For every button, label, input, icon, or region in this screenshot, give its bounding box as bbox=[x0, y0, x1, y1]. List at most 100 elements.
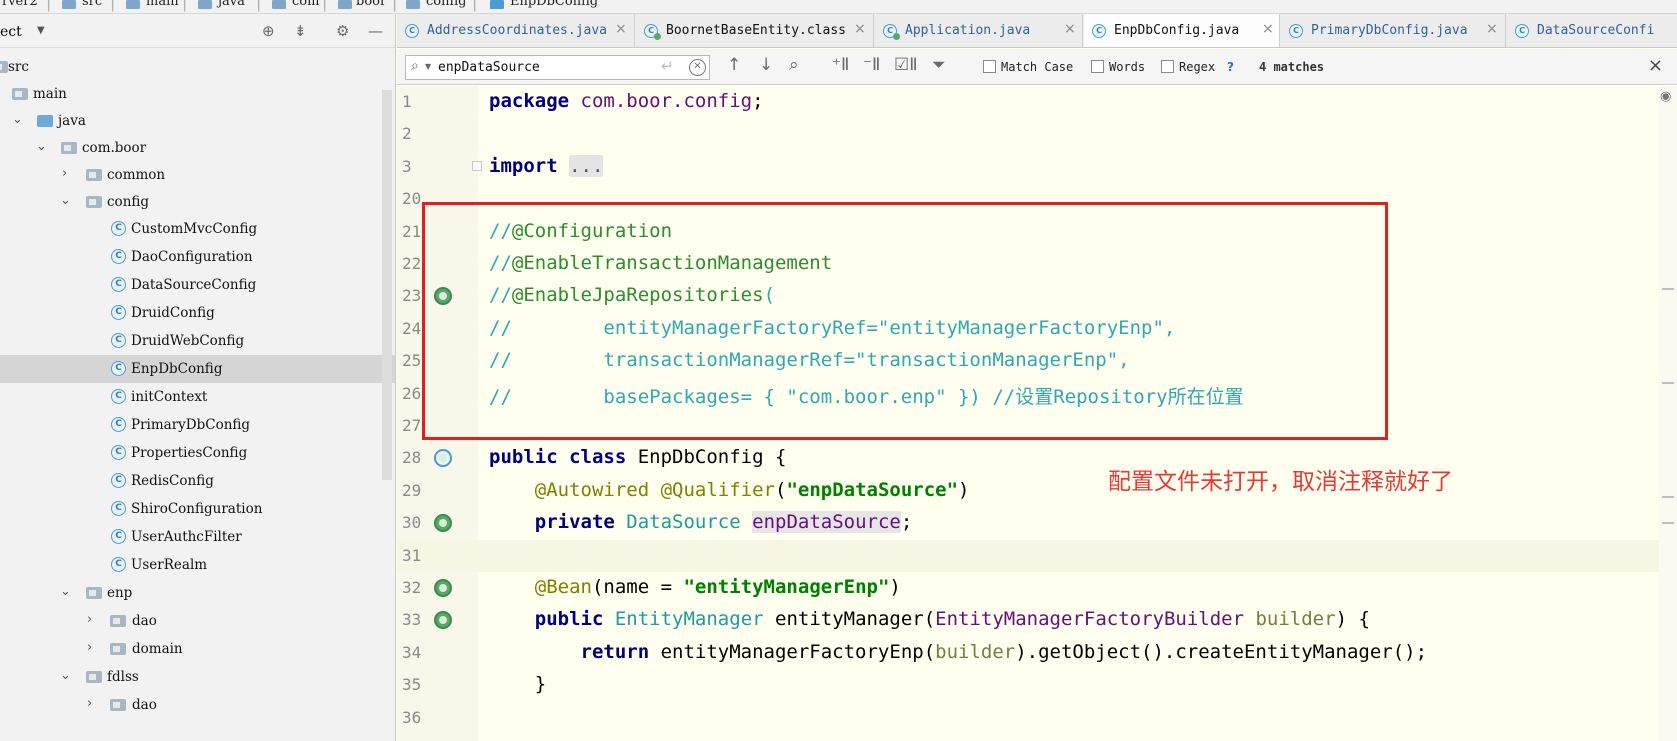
regex-checkbox[interactable]: Regex bbox=[1161, 59, 1215, 77]
tree-item-config[interactable]: ⌄ config bbox=[0, 188, 395, 216]
tree-item-class[interactable]: C PropertiesConfig bbox=[0, 439, 395, 467]
add-occurrence-icon[interactable]: ⁺Ⅱ bbox=[832, 55, 849, 75]
next-occurrence-icon[interactable]: ↓ bbox=[759, 55, 773, 75]
gear-icon[interactable]: ⚙ bbox=[336, 22, 349, 40]
code-line[interactable]: 1 package com.boor.config; bbox=[397, 86, 1667, 118]
code-line[interactable]: 35 } bbox=[397, 669, 1667, 701]
tree-item-src[interactable]: src bbox=[0, 53, 395, 81]
bean-method-icon[interactable] bbox=[434, 579, 452, 597]
code-line[interactable]: 3 import ... bbox=[397, 151, 1667, 183]
chevron-down-icon[interactable]: ⌄ bbox=[36, 139, 47, 154]
close-icon[interactable]: × bbox=[615, 21, 627, 37]
words-checkbox[interactable]: Words bbox=[1091, 59, 1145, 77]
scroll-marker[interactable] bbox=[1662, 522, 1674, 524]
tree-item-class-selected[interactable]: C EnpDbConfig bbox=[0, 355, 395, 383]
bean-search-icon[interactable] bbox=[434, 287, 452, 306]
tree-item-common[interactable]: › common bbox=[0, 161, 395, 189]
code-line[interactable]: 36 bbox=[397, 702, 1667, 734]
code-line[interactable]: 2 bbox=[397, 118, 1667, 150]
project-view-selector[interactable]: ect bbox=[0, 24, 22, 40]
code-editor[interactable]: 1 package com.boor.config; 2 3 import ..… bbox=[397, 86, 1677, 741]
breadcrumb-item[interactable]: rver2 bbox=[2, 0, 38, 9]
tab-application[interactable]: C Application.java × bbox=[875, 14, 1083, 47]
tab-enpdbconfig[interactable]: C EnpDbConfig.java × bbox=[1084, 14, 1280, 47]
chevron-right-icon[interactable]: › bbox=[62, 166, 67, 181]
scroll-marker[interactable] bbox=[1662, 288, 1674, 290]
checkbox-box[interactable] bbox=[1091, 60, 1104, 73]
code-line[interactable]: 34 return entityManagerFactoryEnp(builde… bbox=[397, 637, 1667, 669]
scroll-marker[interactable] bbox=[1662, 382, 1674, 384]
close-icon[interactable]: × bbox=[1064, 21, 1076, 37]
tree-item-class[interactable]: C ShiroConfiguration bbox=[0, 495, 395, 523]
tree-item-class[interactable]: C PrimaryDbConfig bbox=[0, 411, 395, 439]
tree-item-class[interactable]: C RedisConfig bbox=[0, 467, 395, 495]
code-line[interactable]: 20 bbox=[397, 183, 1667, 215]
fold-toggle-icon[interactable] bbox=[472, 160, 482, 171]
select-all-occurrences-icon[interactable]: ☑Ⅱ bbox=[894, 55, 918, 75]
chevron-down-icon[interactable]: ▼ bbox=[425, 62, 431, 71]
find-all-icon[interactable]: ⌕ bbox=[789, 55, 799, 75]
code-line[interactable]: 22 //@EnableTransactionManagement bbox=[397, 248, 1667, 280]
tree-item-class[interactable]: C DaoConfiguration bbox=[0, 243, 395, 271]
tree-item-dao[interactable]: › dao bbox=[0, 607, 395, 635]
chevron-down-icon[interactable]: ⌄ bbox=[60, 584, 71, 599]
tab-primarydbconfig[interactable]: C PrimaryDbConfig.java × bbox=[1281, 14, 1506, 47]
tree-item-java[interactable]: ⌄ java bbox=[0, 107, 395, 135]
tree-item-fdlss[interactable]: ⌄ fdlss bbox=[0, 663, 395, 691]
tab-boornetbaseentity[interactable]: C BoornetBaseEntity.class × bbox=[636, 14, 874, 47]
code-line[interactable]: 32 @Bean(name = "entityManagerEnp") bbox=[397, 572, 1667, 604]
tab-datasourceconfig[interactable]: C DataSourceConfi bbox=[1507, 14, 1677, 47]
previous-occurrence-icon[interactable]: ↑ bbox=[727, 55, 741, 75]
breadcrumb-item[interactable]: src bbox=[82, 0, 102, 9]
code-line[interactable]: 28 public class EnpDbConfig { bbox=[397, 442, 1667, 474]
locate-icon[interactable]: ⊕ bbox=[262, 22, 275, 40]
code-line[interactable]: 29 @Autowired @Qualifier("enpDataSource"… bbox=[397, 475, 1667, 507]
chevron-right-icon[interactable]: › bbox=[87, 640, 92, 655]
breadcrumb-item[interactable]: EnpDbConfig bbox=[510, 0, 598, 9]
project-panel-scrollbar[interactable] bbox=[382, 90, 392, 480]
chevron-down-icon[interactable]: ▼ bbox=[37, 25, 45, 36]
close-icon[interactable]: × bbox=[1648, 55, 1663, 76]
breadcrumb-item[interactable]: main bbox=[146, 0, 179, 9]
tree-item-class[interactable]: C DataSourceConfig bbox=[0, 271, 395, 299]
close-icon[interactable]: × bbox=[1262, 21, 1274, 37]
chevron-down-icon[interactable]: ⌄ bbox=[60, 193, 71, 208]
editor-scrollbar[interactable]: ◉ bbox=[1659, 86, 1677, 741]
code-line[interactable]: 30 private DataSource enpDataSource; bbox=[397, 507, 1667, 539]
regex-help-link[interactable]: ? bbox=[1227, 60, 1234, 74]
chevron-right-icon[interactable]: › bbox=[87, 612, 92, 627]
tree-item-class[interactable]: C initContext bbox=[0, 383, 395, 411]
breadcrumb-item[interactable]: com bbox=[292, 0, 319, 9]
breadcrumb-item[interactable]: config bbox=[426, 0, 466, 9]
code-line[interactable]: 33 public EntityManager entityManager(En… bbox=[397, 604, 1667, 636]
tree-item-main[interactable]: main bbox=[0, 80, 395, 108]
filter-icon[interactable]: ⏷ bbox=[932, 55, 946, 75]
code-line[interactable]: 27 bbox=[397, 410, 1667, 442]
close-icon[interactable]: × bbox=[854, 21, 866, 37]
tree-item-com-boor[interactable]: ⌄ com.boor bbox=[0, 134, 395, 162]
code-line[interactable]: 26 // basePackages= { "com.boor.enp" }) … bbox=[397, 378, 1667, 410]
tree-item-domain[interactable]: › domain bbox=[0, 635, 395, 663]
eye-icon[interactable]: ◉ bbox=[1660, 89, 1671, 104]
tree-item-dao[interactable]: › dao bbox=[0, 691, 395, 719]
chevron-down-icon[interactable]: ⌄ bbox=[12, 112, 23, 127]
code-line[interactable]: 25 // transactionManagerRef="transaction… bbox=[397, 345, 1667, 377]
tree-item-class[interactable]: C DruidConfig bbox=[0, 299, 395, 327]
search-field[interactable]: ⌕ ▼ ↵ ✕ bbox=[405, 55, 710, 80]
chevron-down-icon[interactable]: ⌄ bbox=[60, 668, 71, 683]
match-case-checkbox[interactable]: Match Case bbox=[983, 59, 1073, 77]
tab-addresscoordinates[interactable]: C AddressCoordinates.java × bbox=[397, 14, 635, 47]
bean-method-icon[interactable] bbox=[434, 611, 452, 630]
tree-item-class[interactable]: C DruidWebConfig bbox=[0, 327, 395, 355]
tree-item-class[interactable]: C CustomMvcConfig bbox=[0, 215, 395, 243]
search-icon[interactable]: ⌕ bbox=[411, 58, 419, 74]
chevron-right-icon[interactable]: › bbox=[87, 696, 92, 711]
collapse-all-icon[interactable]: ⇟ bbox=[294, 22, 307, 40]
code-line[interactable]: 21 //@Configuration bbox=[397, 216, 1667, 248]
checkbox-box[interactable] bbox=[1161, 60, 1174, 73]
search-input[interactable] bbox=[438, 58, 648, 77]
tree-item-class[interactable]: C UserRealm bbox=[0, 551, 395, 579]
breadcrumb-item[interactable]: boor bbox=[356, 0, 386, 9]
code-line-current[interactable]: 31 bbox=[397, 539, 1667, 572]
breadcrumb-item[interactable]: java bbox=[218, 0, 245, 9]
